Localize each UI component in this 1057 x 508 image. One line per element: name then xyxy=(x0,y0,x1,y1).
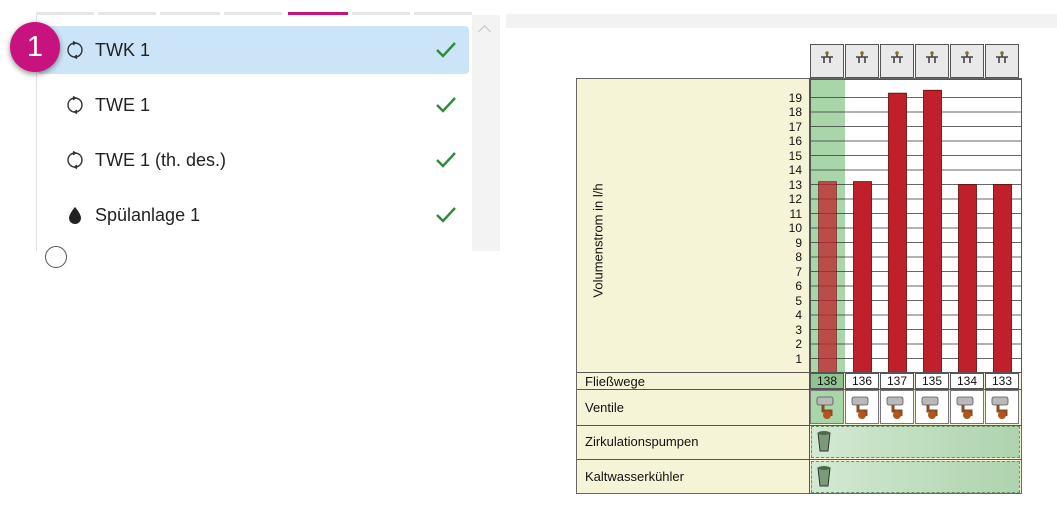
y-tick-label: 19 xyxy=(788,90,802,105)
tap-icon-cell[interactable] xyxy=(915,44,949,78)
bar-137 xyxy=(888,92,907,373)
cycle-icon xyxy=(67,95,83,115)
y-axis-label: Volumenstrom in l/h xyxy=(590,183,606,298)
y-tick-label: 12 xyxy=(788,192,802,206)
valve-cell[interactable] xyxy=(845,390,879,424)
scrollbar[interactable] xyxy=(472,15,500,251)
tap-icon-row xyxy=(810,44,1022,79)
bar-134 xyxy=(958,184,977,373)
y-tick-label: 4 xyxy=(795,308,802,322)
tap-icon-cell[interactable] xyxy=(810,44,844,78)
y-tick-label: 1 xyxy=(795,351,802,366)
valve-icon xyxy=(956,396,974,419)
y-tick-label: 17 xyxy=(788,119,802,134)
tap-icon xyxy=(891,51,903,63)
row-label-zirkulationspumpen: Zirkulationspumpen xyxy=(585,434,699,449)
valve-icon xyxy=(921,396,939,419)
y-tick-label: 13 xyxy=(788,177,802,192)
zirkulationspumpen-bar[interactable] xyxy=(811,426,1020,458)
list-item-twe1-thdes[interactable]: TWE 1 (th. des.) xyxy=(37,136,469,184)
toolbar-strip xyxy=(506,14,1057,28)
column-divider xyxy=(809,78,810,494)
checkmark-icon xyxy=(436,152,456,168)
list-item-twk1[interactable]: TWK 1 xyxy=(37,26,469,74)
checkmark-icon xyxy=(436,207,456,223)
valve-cell[interactable] xyxy=(950,390,984,424)
valve-icon xyxy=(816,396,834,419)
bar-136 xyxy=(853,181,872,373)
flow-bar-chart xyxy=(810,79,1022,373)
circle-icon xyxy=(45,246,67,268)
list-item-label: TWE 1 xyxy=(95,95,151,115)
flow-path-number[interactable]: 134 xyxy=(950,373,984,389)
scroll-up-icon[interactable] xyxy=(478,25,491,38)
y-tick-label: 16 xyxy=(788,134,802,148)
tap-icon xyxy=(996,51,1008,63)
cooler-cup-icon xyxy=(817,466,831,487)
bar-133 xyxy=(993,184,1012,373)
y-tick-label: 11 xyxy=(789,206,802,221)
cycle-icon xyxy=(67,40,83,60)
y-tick-label: 9 xyxy=(795,235,802,250)
cycle-icon xyxy=(67,150,83,170)
y-tick-label: 10 xyxy=(788,221,802,235)
row-label-fliesswege: Fließwege xyxy=(585,374,645,389)
bar-135 xyxy=(923,89,942,373)
valve-cell[interactable] xyxy=(810,390,844,424)
valve-icon xyxy=(851,396,869,419)
row-divider xyxy=(577,459,1022,460)
y-tick-label: 6 xyxy=(795,279,802,293)
list-item-label: TWK 1 xyxy=(95,40,151,60)
row-label-ventile: Ventile xyxy=(585,400,625,415)
tap-icon xyxy=(926,51,938,63)
flow-path-number[interactable]: 133 xyxy=(985,373,1019,389)
list-item-spuelanlage1[interactable]: Spülanlage 1 xyxy=(37,191,469,239)
y-tick-label: 7 xyxy=(795,264,802,279)
flow-path-number[interactable]: 136 xyxy=(845,373,879,389)
y-tick-label: 15 xyxy=(788,148,802,163)
valve-icon xyxy=(991,396,1009,419)
drop-icon xyxy=(69,207,81,224)
y-tick-label: 14 xyxy=(788,163,802,177)
valve-cell[interactable] xyxy=(880,390,914,424)
system-dropdown-list: TWK 1 TWE 1 TWE 1 (th. des.) Spülanlage … xyxy=(36,15,473,251)
valve-cell[interactable] xyxy=(915,390,949,424)
tap-icon-cell[interactable] xyxy=(950,44,984,78)
y-tick-label: 3 xyxy=(795,322,802,337)
step-badge: 1 xyxy=(10,22,60,72)
kaltwasserkuehler-bar[interactable] xyxy=(811,461,1020,493)
valve-cell[interactable] xyxy=(985,390,1019,424)
tap-icon-cell[interactable] xyxy=(985,44,1019,78)
tap-icon-cell[interactable] xyxy=(845,44,879,78)
tap-icon-cell[interactable] xyxy=(880,44,914,78)
y-tick-label: 18 xyxy=(788,105,802,119)
flow-path-number[interactable]: 138 xyxy=(810,373,844,389)
tap-icon xyxy=(821,51,833,63)
y-tick-label: 2 xyxy=(795,337,802,351)
checkmark-icon xyxy=(436,97,456,113)
flow-path-number[interactable]: 135 xyxy=(915,373,949,389)
list-item-twe1[interactable]: TWE 1 xyxy=(37,81,469,129)
tap-icon xyxy=(961,51,973,63)
tap-icon xyxy=(856,51,868,63)
valve-icon xyxy=(886,396,904,419)
pump-cup-icon xyxy=(817,431,831,452)
flow-path-number[interactable]: 137 xyxy=(880,373,914,389)
row-label-kaltwasserkuehler: Kaltwasserkühler xyxy=(585,469,684,484)
list-item-label: TWE 1 (th. des.) xyxy=(95,150,227,170)
checkmark-icon xyxy=(436,42,456,58)
bar-138 xyxy=(818,181,837,373)
y-tick-label: 8 xyxy=(795,250,802,264)
y-tick-label: 5 xyxy=(795,293,802,308)
list-item-label: Spülanlage 1 xyxy=(95,205,201,225)
